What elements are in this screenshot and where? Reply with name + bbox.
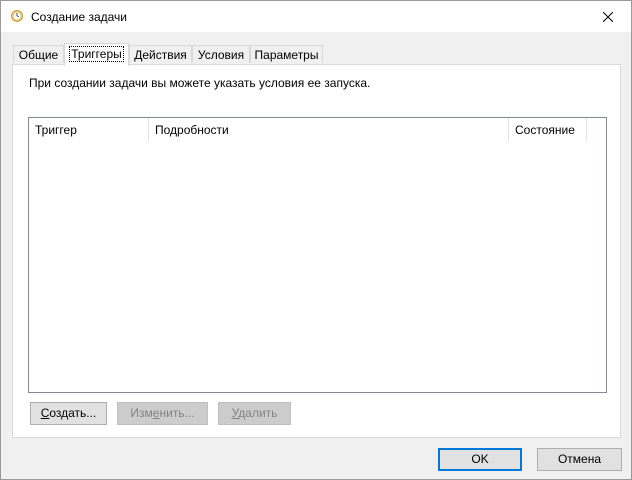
title-bar: Создание задачи [1, 1, 631, 32]
tab-label: Условия [197, 48, 245, 62]
tab-label: Триггеры [69, 46, 124, 62]
edit-trigger-button[interactable]: Изменить... [117, 402, 208, 425]
delete-trigger-button[interactable]: Удалить [218, 402, 291, 425]
tab-actions[interactable]: Действия [129, 45, 192, 63]
create-trigger-button[interactable]: Создать... [30, 402, 107, 425]
triggers-description: При создании задачи вы можете указать ус… [29, 76, 371, 90]
list-header: Триггер Подробности Состояние [29, 118, 606, 142]
button-label: Создать... [40, 406, 97, 420]
tab-label: Параметры [254, 48, 319, 62]
cancel-button[interactable]: Отмена [537, 448, 622, 471]
tab-triggers[interactable]: Триггеры [64, 43, 129, 66]
triggers-list[interactable]: Триггер Подробности Состояние [28, 117, 607, 393]
tab-conditions[interactable]: Условия [192, 45, 250, 63]
column-header-status[interactable]: Состояние [509, 118, 587, 142]
close-button[interactable] [585, 1, 631, 32]
button-label: Изменить... [130, 406, 195, 420]
ok-button[interactable]: OK [438, 448, 522, 471]
create-task-dialog: Создание задачи Общие Триггеры Действия … [0, 0, 632, 480]
clock-icon [11, 10, 23, 22]
button-label: Удалить [231, 406, 278, 420]
window-title: Создание задачи [31, 10, 127, 24]
triggers-panel: При создании задачи вы можете указать ус… [12, 64, 621, 438]
tab-general[interactable]: Общие [13, 45, 64, 63]
tab-settings[interactable]: Параметры [250, 45, 323, 63]
tab-label: Общие [18, 48, 59, 62]
column-header-details[interactable]: Подробности [149, 118, 509, 142]
close-icon [603, 11, 613, 22]
tab-label: Действия [134, 48, 187, 62]
column-header-trigger[interactable]: Триггер [29, 118, 149, 142]
